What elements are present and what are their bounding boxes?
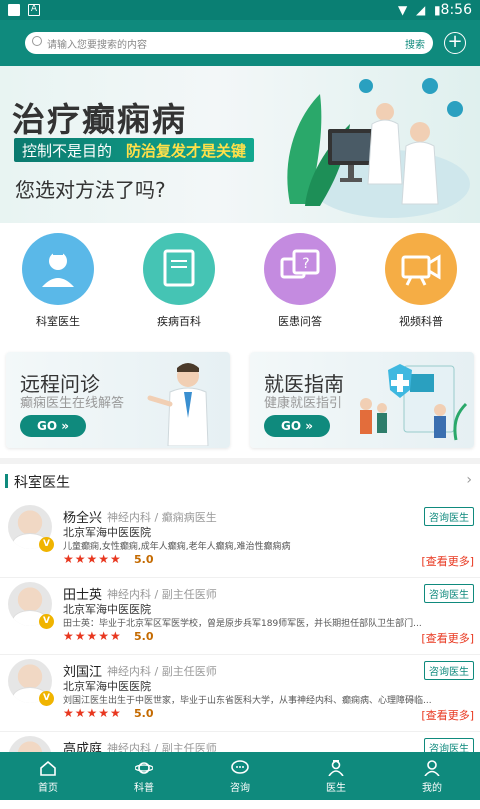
rating-stars: ★★★★★ — [63, 552, 122, 566]
tab-home[interactable]: 首页 — [0, 752, 96, 800]
tab-label: 科普 — [96, 779, 192, 794]
top-bar: 请输入您要搜索的内容 搜索 + — [0, 20, 480, 66]
rating-score: 5.0 — [134, 553, 154, 566]
qa-icon: ? — [264, 233, 336, 305]
search-bar[interactable]: 请输入您要搜索的内容 搜索 — [25, 32, 433, 54]
banner-illustration — [270, 74, 470, 220]
doctor-desc: 田士英：毕业于北京军区军医学校，曾是原步兵军189师军医，并长期担任部队卫生部门… — [63, 616, 471, 629]
doctor-hospital: 北京军海中医医院 — [63, 678, 151, 694]
rating-stars: ★★★★★ — [63, 706, 122, 720]
app-notification-icon: A — [28, 4, 40, 16]
view-more-link[interactable]: [查看更多] — [421, 553, 474, 569]
bottom-tab-bar: 首页 科普 咨询 医生 我的 — [0, 752, 480, 800]
category-encyclopedia[interactable]: 疾病百科 — [137, 233, 221, 329]
doctor-hospital: 北京军海中医医院 — [63, 524, 151, 540]
doctor-icon — [327, 760, 345, 776]
tab-label: 医生 — [288, 779, 384, 794]
doctor-card[interactable]: V 刘国江 神经内科 / 副主任医师 咨询医生 北京军海中医医院 刘国江医生出生… — [0, 656, 480, 732]
home-icon — [39, 760, 57, 776]
promo-remote-consult[interactable]: 远程问诊 癫痫医生在线解答 GO » — [6, 352, 230, 448]
view-more-link[interactable]: [查看更多] — [421, 630, 474, 646]
banner-tag: 控制不是目的防治复发才是关键 — [14, 138, 254, 162]
rating-score: 5.0 — [134, 707, 154, 720]
doctor-desc: 刘国江医生出生于中医世家，毕业于山东省医科大学，从事神经内科、癫痫病、心理障碍临… — [63, 693, 471, 706]
search-icon — [32, 36, 42, 46]
section-title: 科室医生 — [14, 472, 70, 492]
section-header[interactable]: 科室医生 › — [0, 470, 480, 492]
consult-button[interactable]: 咨询医生 — [424, 661, 474, 680]
tab-label: 我的 — [384, 779, 480, 794]
banner-title: 治疗癫痫病 — [12, 93, 187, 141]
guide-illustration — [348, 360, 468, 446]
book-icon — [143, 233, 215, 305]
hero-banner[interactable]: 治疗癫痫病 控制不是目的防治复发才是关键 您选对方法了吗? — [0, 66, 480, 223]
category-label: 疾病百科 — [137, 313, 221, 329]
tab-label: 首页 — [0, 779, 96, 794]
banner-question: 您选对方法了吗? — [15, 174, 166, 203]
verified-badge-icon: V — [39, 614, 54, 629]
search-input[interactable]: 请输入您要搜索的内容 — [47, 36, 147, 51]
rating-score: 5.0 — [134, 630, 154, 643]
go-button[interactable]: GO » — [20, 415, 86, 437]
search-button[interactable]: 搜索 — [405, 36, 425, 51]
svg-text:?: ? — [302, 256, 309, 272]
category-label: 科室医生 — [16, 313, 100, 329]
signal-icon: ◢ — [416, 3, 425, 17]
status-time: 8:56 — [441, 2, 472, 18]
doctor-desc: 儿童癫痫,女性癫痫,成年人癫痫,老年人癫痫,难治性癫痫病 — [63, 539, 471, 552]
doctor-dept: 神经内科 / 副主任医师 — [107, 663, 217, 679]
doctor-dept: 神经内科 / 癫痫病医生 — [107, 509, 217, 525]
view-more-link[interactable]: [查看更多] — [421, 707, 474, 723]
category-grid: 科室医生 疾病百科 ? 医患问答 视频科普 — [0, 233, 480, 333]
notification-icon — [8, 4, 20, 16]
consult-button[interactable]: 咨询医生 — [424, 584, 474, 603]
promo-guide[interactable]: 就医指南 健康就医指引 GO » — [250, 352, 474, 448]
rating-stars: ★★★★★ — [63, 629, 122, 643]
verified-badge-icon: V — [39, 537, 54, 552]
doctor-icon — [22, 233, 94, 305]
doctor-card[interactable]: V 杨全兴 神经内科 / 癫痫病医生 咨询医生 北京军海中医医院 儿童癫痫,女性… — [0, 502, 480, 578]
doctor-hospital: 北京军海中医医院 — [63, 601, 151, 617]
banner-tag-left: 控制不是目的 — [22, 142, 112, 160]
video-icon — [385, 233, 457, 305]
category-label: 视频科普 — [379, 313, 463, 329]
category-doctors[interactable]: 科室医生 — [16, 233, 100, 329]
consult-button[interactable]: 咨询医生 — [424, 507, 474, 526]
verified-badge-icon: V — [39, 691, 54, 706]
user-icon — [423, 760, 441, 776]
doctor-dept: 神经内科 / 副主任医师 — [107, 586, 217, 602]
chat-icon — [231, 760, 249, 776]
promo-subtitle: 癫痫医生在线解答 — [20, 392, 124, 411]
tab-consult[interactable]: 咨询 — [192, 752, 288, 800]
category-qa[interactable]: ? 医患问答 — [258, 233, 342, 329]
section-accent-bar — [5, 474, 8, 488]
go-button[interactable]: GO » — [264, 415, 330, 437]
status-bar: A ▼ ◢ ▮ 8:56 — [0, 0, 480, 20]
tab-label: 咨询 — [192, 779, 288, 794]
category-video[interactable]: 视频科普 — [379, 233, 463, 329]
banner-tag-right: 防治复发才是关键 — [126, 142, 246, 160]
category-label: 医患问答 — [258, 313, 342, 329]
doctor-illustration — [140, 358, 220, 446]
promo-subtitle: 健康就医指引 — [264, 392, 342, 411]
wifi-icon: ▼ — [398, 3, 407, 17]
tab-science[interactable]: 科普 — [96, 752, 192, 800]
chevron-right-icon[interactable]: › — [466, 472, 472, 488]
tab-me[interactable]: 我的 — [384, 752, 480, 800]
tab-doctors[interactable]: 医生 — [288, 752, 384, 800]
planet-icon — [135, 760, 153, 776]
add-icon[interactable]: + — [444, 32, 466, 54]
doctor-card[interactable]: V 田士英 神经内科 / 副主任医师 咨询医生 北京军海中医医院 田士英：毕业于… — [0, 579, 480, 655]
section-divider — [0, 458, 480, 464]
